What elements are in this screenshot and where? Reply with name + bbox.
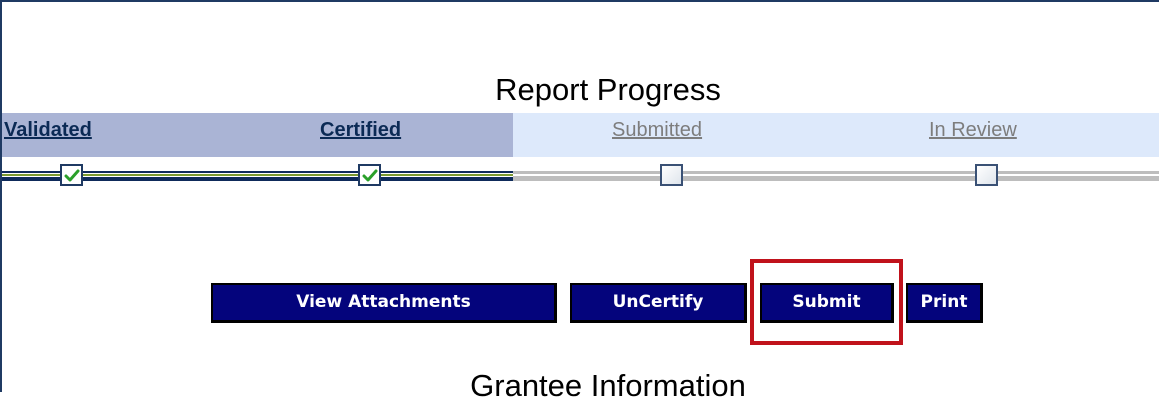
uncertify-button[interactable]: UnCertify xyxy=(570,283,747,323)
view-attachments-button[interactable]: View Attachments xyxy=(211,283,557,323)
page-title: Report Progress xyxy=(495,72,721,107)
step-validated-checkbox xyxy=(60,164,83,186)
pending-steps-band xyxy=(513,113,1159,157)
step-submitted-checkbox xyxy=(660,164,683,186)
progress-track-pending xyxy=(513,171,1159,181)
step-submitted[interactable]: Submitted xyxy=(612,119,702,142)
print-button[interactable]: Print xyxy=(906,283,983,323)
step-in-review[interactable]: In Review xyxy=(929,119,1017,142)
grantee-information-heading: Grantee Information xyxy=(470,368,746,403)
page-frame xyxy=(0,0,1159,392)
check-icon xyxy=(64,169,80,182)
submit-highlight-box xyxy=(750,259,903,345)
step-certified[interactable]: Certified xyxy=(320,119,401,142)
step-in-review-checkbox xyxy=(975,164,998,186)
check-icon xyxy=(362,169,378,182)
step-validated[interactable]: Validated xyxy=(4,119,92,142)
step-certified-checkbox xyxy=(358,164,381,186)
